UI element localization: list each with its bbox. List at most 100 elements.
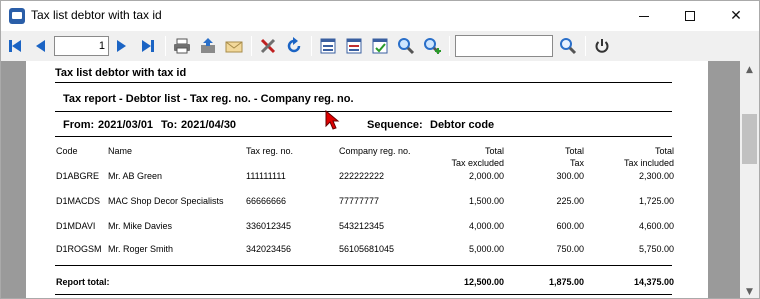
cell-tax-excluded: 5,000.00	[468, 244, 504, 254]
column-header-company-reg: Company reg. no.	[339, 146, 411, 156]
column-header-tax-excluded: Total	[484, 146, 504, 156]
column-header-tax-included: Total	[654, 146, 674, 156]
divider	[55, 136, 672, 137]
cell-tax-reg: 66666666	[246, 196, 287, 206]
cell-name: Mr. Roger Smith	[108, 244, 174, 254]
zoom-icon	[398, 38, 415, 55]
power-icon	[595, 39, 609, 53]
mouse-cursor-icon	[325, 110, 340, 130]
cell-name: Mr. AB Green	[108, 171, 163, 181]
zoom-button[interactable]	[394, 34, 418, 58]
cell-tax: 225.00	[556, 196, 584, 206]
divider	[55, 111, 672, 112]
cell-tax: 300.00	[556, 171, 584, 181]
divider	[55, 265, 672, 266]
zoom-in-icon	[424, 38, 441, 55]
maximize-button[interactable]	[667, 1, 713, 31]
prev-page-icon	[36, 40, 45, 52]
export-button[interactable]	[196, 34, 220, 58]
cell-tax-reg: 342023456	[246, 244, 292, 254]
first-page-button[interactable]	[3, 34, 27, 58]
zoom-in-button[interactable]	[420, 34, 444, 58]
next-page-icon	[117, 40, 126, 52]
search-button[interactable]	[556, 34, 580, 58]
column-header-tax-included-sub: Tax included	[623, 158, 674, 168]
tools-button[interactable]	[256, 34, 280, 58]
layout-button[interactable]	[316, 34, 340, 58]
close-icon: ✕	[730, 8, 742, 24]
cell-tax-included: 2,300.00	[638, 171, 674, 181]
divider	[55, 82, 672, 83]
cell-name: Mr. Mike Davies	[108, 221, 173, 231]
cell-tax-included: 1,725.00	[638, 196, 674, 206]
tools-icon	[260, 38, 276, 54]
report-total-tax-excluded: 12,500.00	[463, 277, 504, 287]
app-icon	[9, 8, 25, 24]
vertical-scrollbar[interactable]: ▲ ▼	[740, 61, 759, 298]
report-total-tax: 1,875.00	[548, 277, 584, 287]
toolbar-separator	[165, 36, 166, 56]
cell-company-reg: 77777777	[339, 196, 380, 206]
title-bar: Tax list debtor with tax id ✕	[1, 1, 759, 31]
layout-check-button[interactable]	[368, 34, 392, 58]
from-label: From:	[63, 119, 95, 131]
toolbar-separator	[585, 36, 586, 56]
cell-name: MAC Shop Decor Specialists	[108, 196, 224, 206]
cell-tax-included: 5,750.00	[638, 244, 674, 254]
last-page-icon	[142, 40, 154, 52]
column-header-tax: Total	[564, 146, 584, 156]
cell-tax-excluded: 1,500.00	[468, 196, 504, 206]
report-subtitle: Tax report - Debtor list - Tax reg. no. …	[63, 93, 354, 105]
power-button[interactable]	[590, 34, 614, 58]
print-button[interactable]	[170, 34, 194, 58]
cell-tax: 600.00	[556, 221, 584, 231]
close-button[interactable]: ✕	[713, 1, 759, 31]
column-header-code: Code	[56, 146, 78, 156]
export-icon	[201, 38, 215, 53]
last-page-button[interactable]	[136, 34, 160, 58]
cell-code: D1ROGSM	[56, 244, 102, 254]
minimize-button[interactable]	[621, 1, 667, 31]
report-title: Tax list debtor with tax id	[55, 67, 187, 79]
page-number-input[interactable]: 1	[54, 36, 109, 56]
minimize-icon	[639, 15, 649, 17]
email-icon	[225, 41, 243, 53]
scroll-down-icon[interactable]: ▼	[740, 283, 759, 298]
column-header-name: Name	[108, 146, 133, 156]
maximize-icon	[685, 11, 695, 21]
layout-columns-button[interactable]	[342, 34, 366, 58]
cell-tax-excluded: 4,000.00	[468, 221, 504, 231]
toolbar-separator	[449, 36, 450, 56]
cell-tax-included: 4,600.00	[638, 221, 674, 231]
print-icon	[174, 38, 190, 54]
search-input[interactable]	[455, 35, 553, 57]
column-header-tax-excluded-sub: Tax excluded	[451, 158, 504, 168]
toolbar: 1	[1, 31, 759, 61]
report-page: Tax list debtor with tax id Tax report -…	[26, 61, 708, 298]
scroll-thumb[interactable]	[742, 114, 757, 164]
email-button[interactable]	[222, 34, 246, 58]
cell-company-reg: 56105681045	[339, 244, 395, 254]
cell-tax-reg: 111111111	[246, 171, 286, 181]
from-date: 2021/03/01	[98, 119, 154, 131]
to-date: 2021/04/30	[181, 119, 237, 131]
cell-tax-excluded: 2,000.00	[468, 171, 504, 181]
layout2-icon	[346, 38, 362, 54]
next-page-button[interactable]	[110, 34, 134, 58]
window-title: Tax list debtor with tax id	[31, 8, 162, 22]
cell-code: D1MACDS	[56, 196, 101, 206]
refresh-button[interactable]	[282, 34, 306, 58]
toolbar-separator	[251, 36, 252, 56]
divider	[55, 294, 672, 295]
column-header-tax-reg: Tax reg. no.	[246, 146, 294, 156]
search-icon	[560, 38, 577, 55]
sequence-value: Debtor code	[430, 119, 495, 131]
cell-code: D1MDAVI	[56, 221, 96, 231]
to-label: To:	[161, 119, 178, 131]
scroll-up-icon[interactable]: ▲	[740, 61, 759, 78]
column-header-tax-sub: Tax	[569, 158, 584, 168]
layout-check-icon	[372, 38, 388, 54]
cell-company-reg: 543212345	[339, 221, 385, 231]
prev-page-button[interactable]	[28, 34, 52, 58]
refresh-icon	[287, 37, 301, 53]
